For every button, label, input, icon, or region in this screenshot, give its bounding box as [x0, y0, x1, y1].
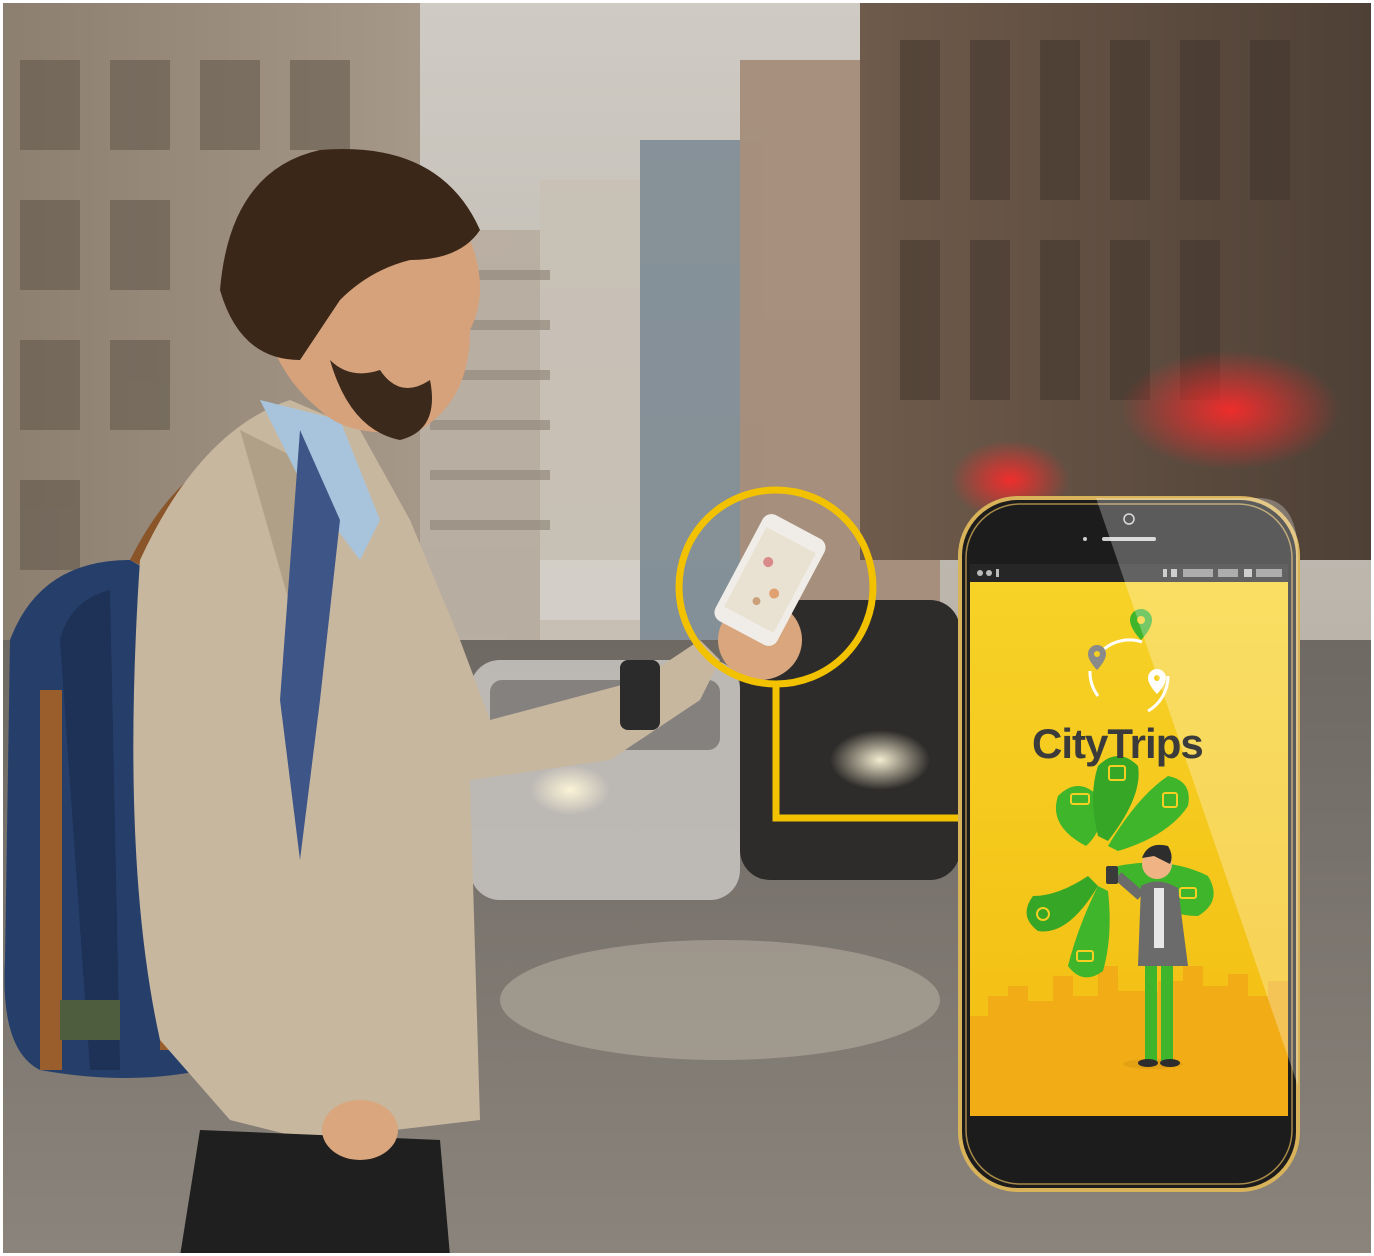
app-title: CityTrips — [1032, 720, 1204, 767]
phone-mockup — [958, 496, 1300, 1192]
